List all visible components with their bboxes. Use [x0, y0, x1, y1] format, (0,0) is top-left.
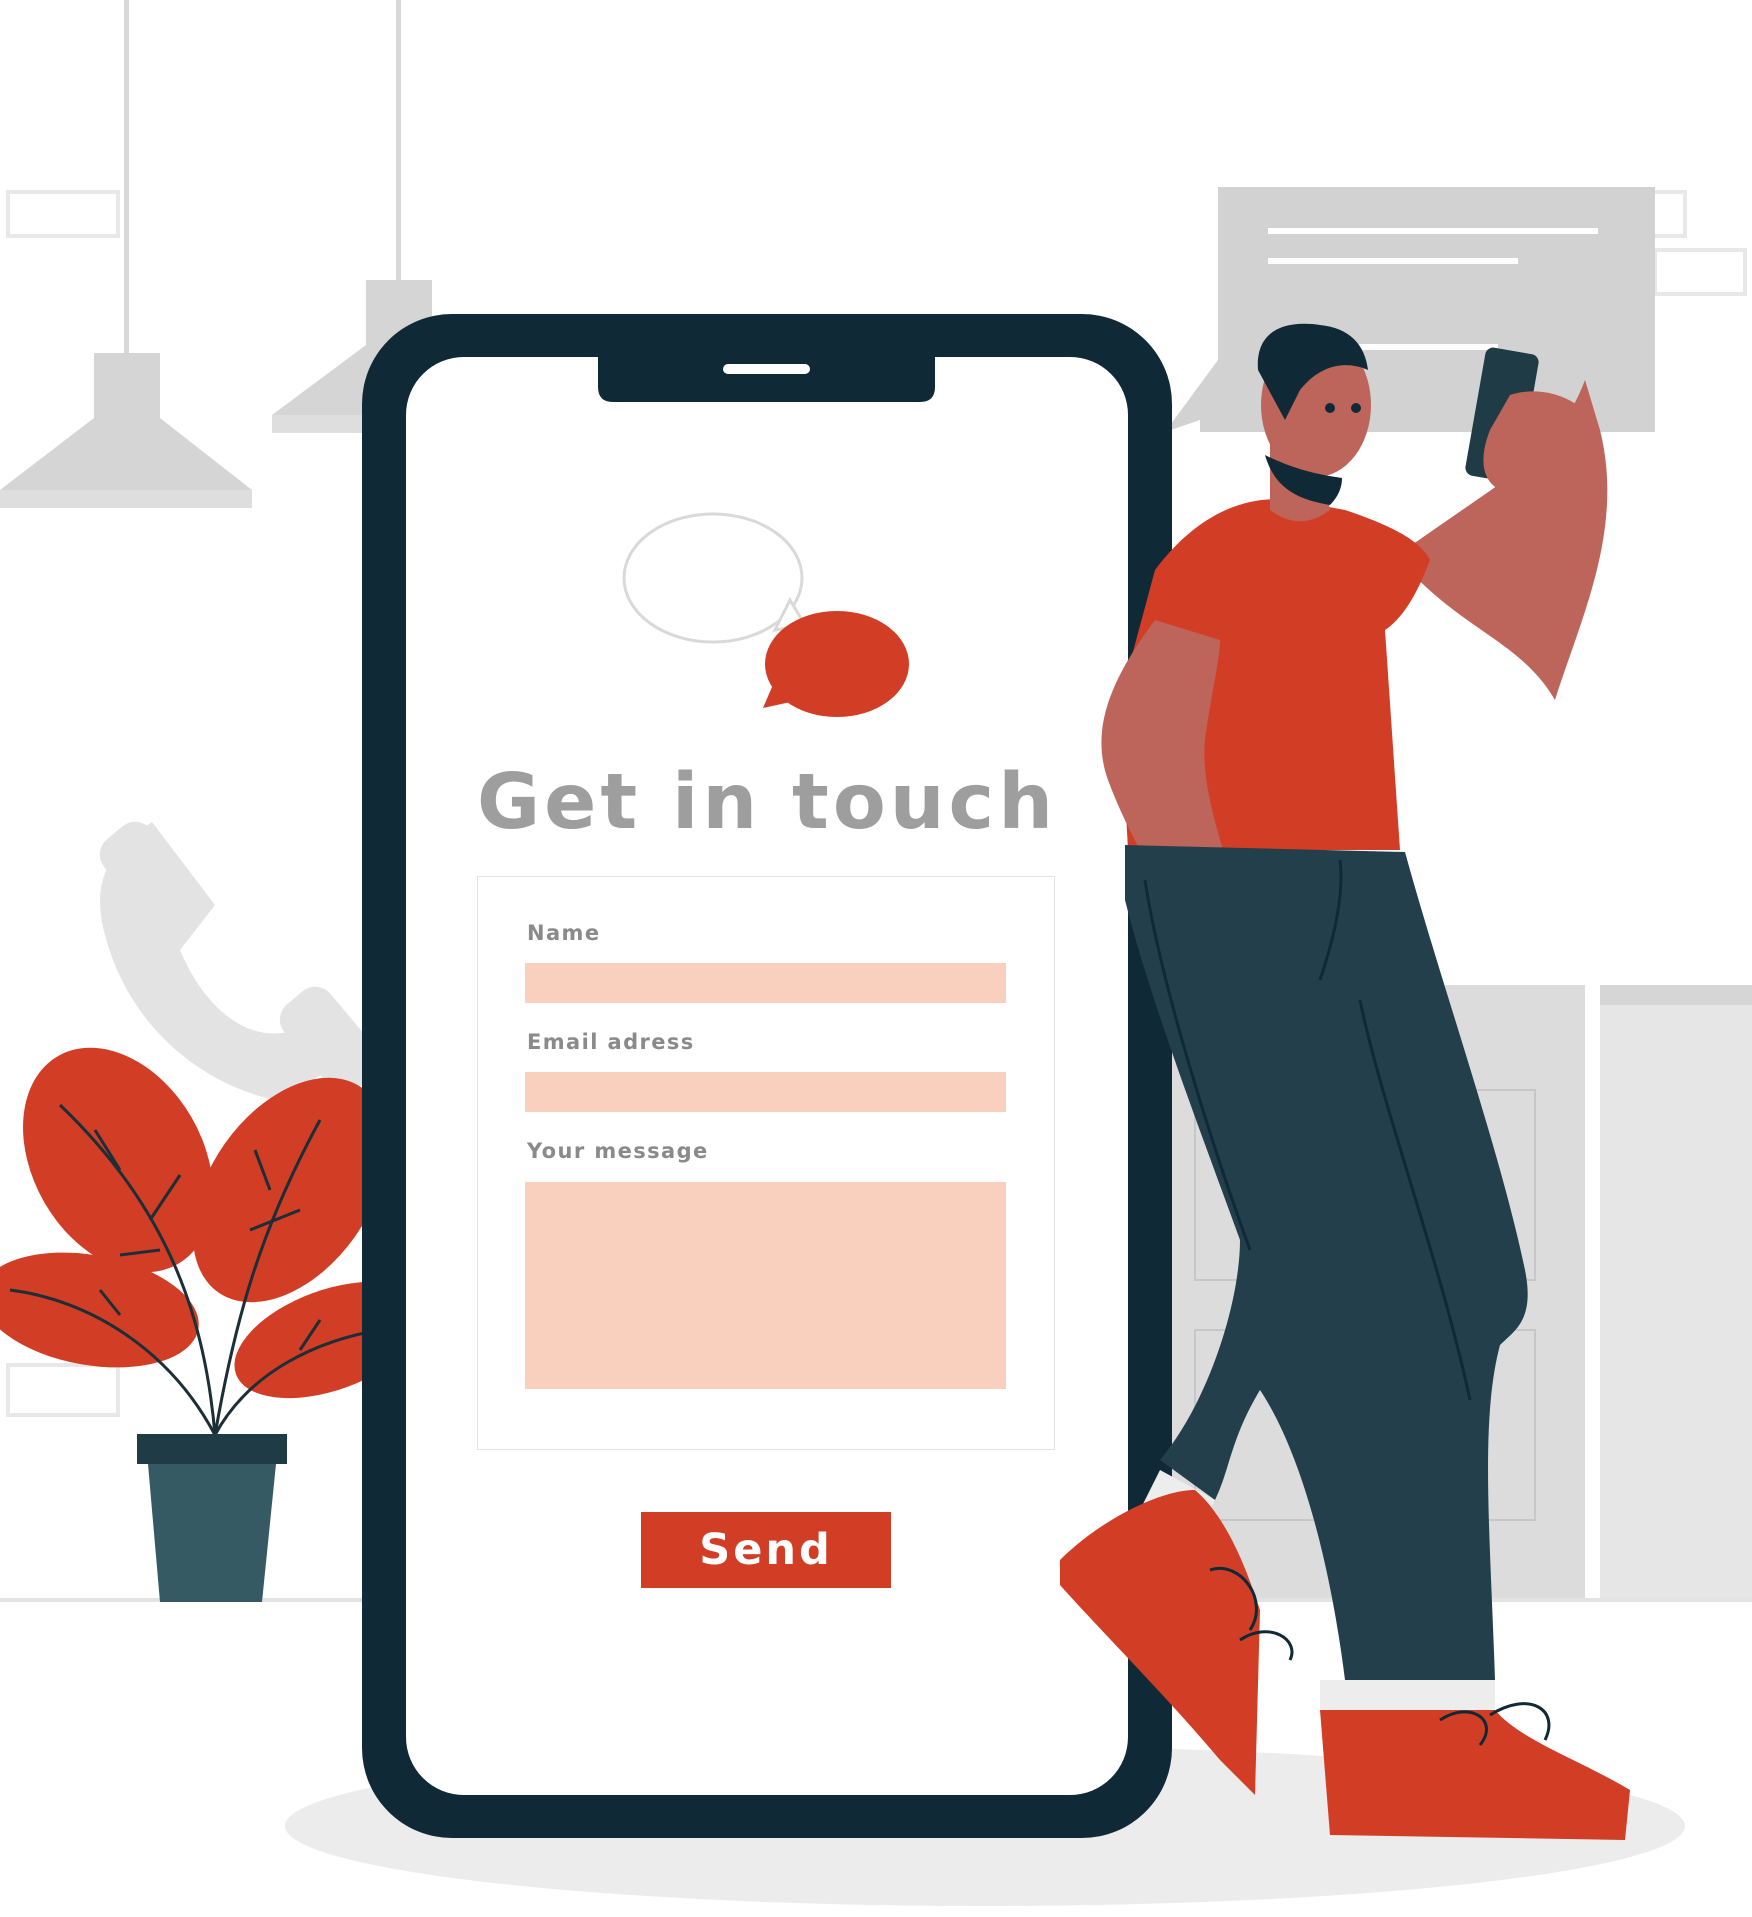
email-field[interactable] — [525, 1072, 1006, 1112]
message-label: Your message — [527, 1139, 709, 1163]
name-label: Name — [527, 921, 601, 945]
wall-phone-icon — [99, 821, 381, 1100]
send-button[interactable]: Send — [641, 1512, 891, 1588]
name-field[interactable] — [525, 963, 1006, 1003]
email-label: Email adress — [527, 1030, 695, 1054]
page-title: Get in touch — [476, 758, 1058, 847]
contact-form: Name Email adress Your message — [477, 876, 1055, 1450]
phone-screen: Get in touch Name Email adress Your mess… — [406, 357, 1128, 1795]
message-field[interactable] — [525, 1182, 1006, 1389]
ceiling-lamp-icon — [0, 0, 252, 508]
